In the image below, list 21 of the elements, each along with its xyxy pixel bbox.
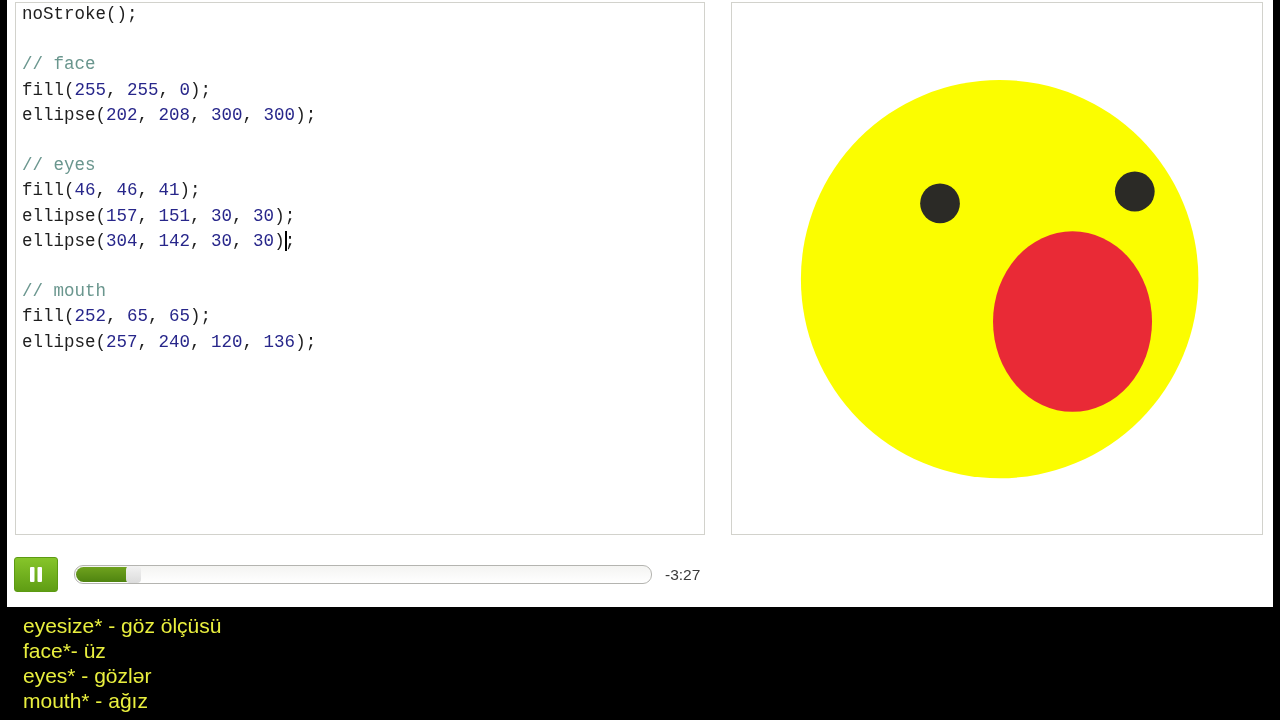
eye-dot (1114, 171, 1155, 212)
code-line: ellipse(304, 142, 30, 30); (22, 229, 296, 253)
code-line: ellipse(202, 208, 300, 300); (22, 103, 317, 127)
subtitle-line: eyes* - gözlər (23, 663, 152, 688)
pause-button[interactable] (14, 557, 58, 592)
code-line: // face (22, 53, 96, 77)
code-line: fill(252, 65, 65); (22, 305, 212, 329)
code-line: noStroke(); (22, 3, 138, 26)
code-line: // eyes (22, 154, 96, 178)
subtitle-line: eyesize* - göz ölçüsü (23, 613, 222, 638)
code-line: fill(46, 46, 41); (22, 179, 201, 203)
code-line: fill(255, 255, 0); (22, 78, 212, 102)
progress-track[interactable] (74, 565, 652, 584)
subtitle-line: mouth* - ağız (23, 688, 148, 713)
subtitle-line: face*- üz (23, 638, 106, 663)
pause-icon (29, 567, 43, 582)
eye-dot (920, 183, 960, 224)
time-remaining: -3:27 (665, 565, 701, 584)
code-line: // mouth (22, 280, 106, 304)
code-line: ellipse(257, 240, 120, 136); (22, 330, 317, 354)
code-line: ellipse(157, 151, 30, 30); (22, 204, 296, 228)
